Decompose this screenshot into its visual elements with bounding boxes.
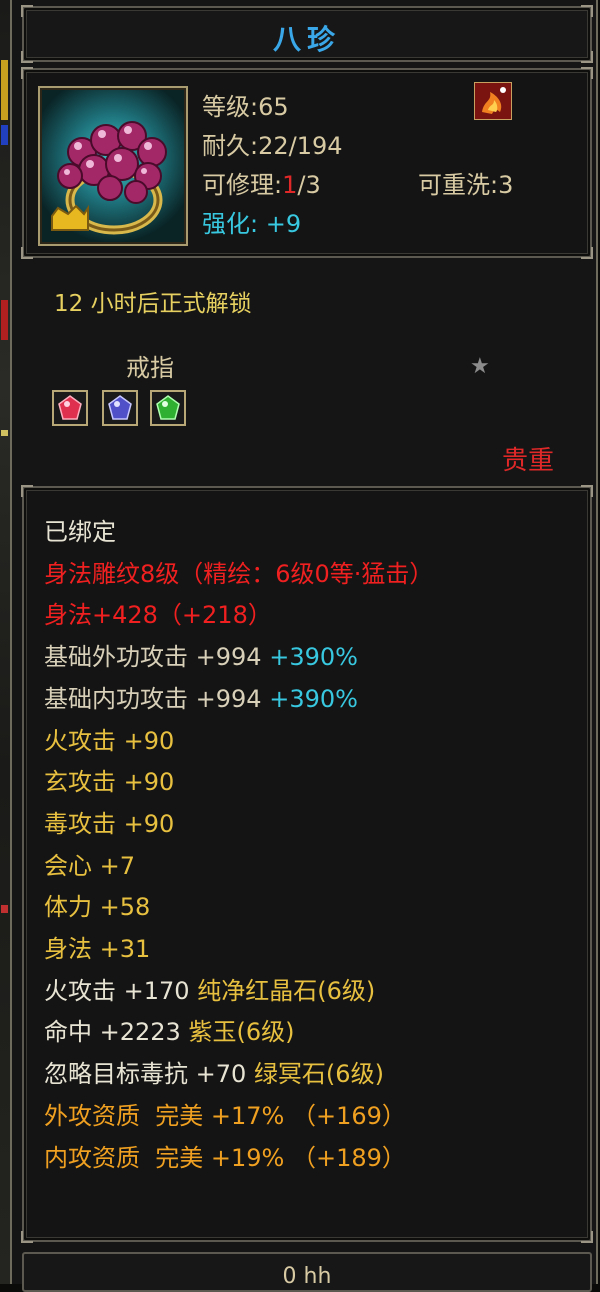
durability-label: 耐久: [202, 132, 250, 160]
quality-line: 外攻资质 完美 +17% （+169）: [44, 1101, 406, 1130]
engrave-line: 身法雕纹8级（精绘：6级0等·猛击）: [44, 559, 434, 588]
bound-status: 已绑定: [44, 518, 116, 546]
footer-text: 0 hh: [282, 1264, 332, 1289]
repair-current: 1: [282, 171, 298, 199]
repair-label: 可修理: [202, 171, 274, 199]
bonus-line: 体力 +58: [44, 893, 151, 922]
bonus-line: 毒攻击 +90: [44, 809, 175, 838]
unlock-timer: 12 小时后正式解锁: [54, 291, 252, 317]
repair-max: /3: [297, 171, 321, 199]
attribute-line: 基础内功攻击 +994 +390%: [44, 684, 358, 713]
purple-gem-icon[interactable]: [102, 390, 138, 426]
bonus-line: 玄攻击 +90: [44, 768, 175, 797]
title-panel: 八珍: [21, 5, 593, 63]
rewash-label: 可重洗: [418, 171, 490, 199]
green-gem-icon[interactable]: [150, 390, 186, 426]
quality-line: 内攻资质 完美 +19% （+189）: [44, 1143, 406, 1172]
flame-emblem-icon[interactable]: [473, 81, 513, 121]
attribute-list: 已绑定 身法雕纹8级（精绘：6级0等·猛击） 身法+428（+218） 基础外功…: [44, 512, 433, 1179]
enhance-value: +9: [265, 210, 302, 238]
tooltip-frame: 八珍 等级:65 耐久:22/194 可修理:1/3 强化: +9 可重洗:3 …: [10, 0, 598, 1292]
item-type-label: 戒指: [126, 354, 174, 382]
level-value: 65: [258, 93, 289, 121]
bonus-line: 身法 +31: [44, 935, 151, 964]
star-icon: ★: [470, 354, 490, 379]
rewash-value: 3: [498, 171, 514, 199]
bonus-line: 火攻击 +90: [44, 726, 175, 755]
attribute-line: 基础外功攻击 +994 +390%: [44, 643, 358, 672]
item-name: 八珍: [272, 23, 341, 56]
gem-line: 命中 +2223 紫玉(6级): [44, 1018, 295, 1047]
enhance-label: 强化: [202, 210, 250, 238]
footer-bar: 0 hh: [22, 1252, 592, 1292]
gem-line: 火攻击 +170 纯净红晶石(6级): [44, 976, 376, 1005]
rewash-info: 可重洗:3: [418, 171, 514, 199]
item-stats: 等级:65 耐久:22/194 可修理:1/3 强化: +9: [202, 93, 343, 238]
attributes-panel: 已绑定 身法雕纹8级（精绘：6级0等·猛击） 身法+428（+218） 基础外功…: [21, 485, 593, 1243]
level-label: 等级: [202, 93, 250, 121]
durability-value: 22/194: [258, 132, 343, 160]
ring-icon[interactable]: [38, 86, 188, 246]
bonus-line: 会心 +7: [44, 851, 136, 880]
item-info-panel: 等级:65 耐久:22/194 可修理:1/3 强化: +9 可重洗:3: [21, 67, 593, 259]
red-gem-icon[interactable]: [52, 390, 88, 426]
gem-line: 忽略目标毒抗 +70 绿冥石(6级): [44, 1060, 384, 1089]
agility-main-line: 身法+428（+218）: [44, 601, 272, 630]
precious-label: 贵重: [502, 446, 555, 476]
